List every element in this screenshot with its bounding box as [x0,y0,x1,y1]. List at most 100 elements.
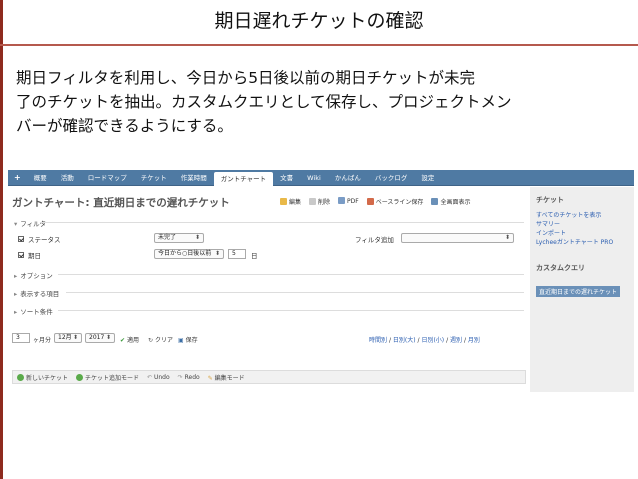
tab-time-entries[interactable]: 作業時間 [174,170,214,186]
new-issue-button[interactable]: 新しいチケット [17,373,68,382]
due-filter-checkbox[interactable] [18,252,24,258]
tab-roadmap[interactable]: ロードマップ [81,170,134,186]
issue-add-mode-button[interactable]: チケット追加モード [76,373,139,382]
redo-label: Redo [184,373,200,381]
tab-kanban[interactable]: かんばん [328,170,368,186]
sidebar-link-import[interactable]: インポート [536,229,628,238]
reload-icon: ↻ [148,337,154,344]
chevron-right-icon: ▸ [14,272,18,280]
check-icon: ✔ [120,337,126,344]
gantt-toolbar: 新しいチケット チケット追加モード ↶ Undo ↷ Redo ✎ 編集モード [12,370,526,384]
save-label: 保存 [185,337,198,344]
sidebar: チケット すべてのチケットを表示 サマリー インポート Lycheeガントチャー… [530,187,634,392]
chevron-right-icon: ▸ [14,290,18,298]
context-actions: 編集 削除 PDF ベースライン保存 全画面表示 [280,197,470,206]
tab-gantt[interactable]: ガントチャート [213,171,274,186]
due-filter-row: 期日 [18,250,41,260]
pdf-label: PDF [347,198,359,205]
divider [40,222,524,223]
slide-body: 期日フィルタを利用し、今日から5日後以前の期日チケットが未完 了のチケットを抽出… [16,66,616,138]
due-operator-select[interactable]: 今日から○日後以前 ⬍ [154,249,224,259]
add-icon [17,373,24,381]
body-line: 期日フィルタを利用し、今日から5日後以前の期日チケットが未完 [16,69,476,87]
due-unit-label: 日 [251,252,258,260]
year-select[interactable]: 2017 ⬍ [85,333,115,343]
undo-icon: ↶ [147,373,153,381]
redo-button[interactable]: ↷ Redo [178,374,200,381]
fullscreen-link[interactable]: 全画面表示 [431,197,470,206]
due-days-input[interactable]: 5 [228,249,246,259]
options-section-toggle[interactable]: ▸ オプション [14,270,53,280]
pencil-icon [280,198,287,205]
divider [58,274,524,275]
delete-label: 削除 [318,199,331,206]
clear-link[interactable]: ↻ クリア [148,335,173,344]
zoom-hourly[interactable]: 時間別 [369,337,387,344]
edit-link[interactable]: 編集 [280,197,301,206]
sidebar-link-lychee-pro[interactable]: Lycheeガントチャート PRO [536,238,628,247]
body-line: バーが確認できるようにする。 [16,117,233,135]
fullscreen-icon [431,198,439,205]
slide-title: 期日遅れチケットの確認 [214,10,424,32]
new-object-button[interactable]: + [12,170,27,186]
pdf-link[interactable]: PDF [338,197,359,206]
zoom-separator: / [446,337,449,344]
zoom-separator: / [388,337,391,344]
select-arrow-icon: ⬍ [214,250,220,257]
save-baseline-link[interactable]: ベースライン保存 [366,197,424,206]
redmine-screenshot: + 概要 活動 ロードマップ チケット 作業時間 ガントチャート 文書 Wiki… [8,170,634,392]
status-filter-row: ステータス [18,234,61,244]
page-title: ガントチャート: 直近期日までの遅れチケット [12,197,230,209]
zoom-daily-large[interactable]: 日別(大) [393,337,416,344]
save-icon: ▣ [178,337,184,344]
sidebar-link-summary[interactable]: サマリー [536,220,628,229]
new-issue-label: 新しいチケット [26,374,69,382]
issue-add-mode-label: チケット追加モード [85,374,140,382]
status-filter-checkbox[interactable] [18,236,24,242]
select-arrow-icon: ⬍ [105,334,111,341]
columns-section-toggle[interactable]: ▸ 表示する項目 [14,288,59,298]
tab-overview[interactable]: 概要 [27,170,54,186]
baseline-icon [366,198,374,205]
due-operator-value: 今日から○日後以前 [158,250,212,257]
add-filter-label: フィルタ追加 [355,234,394,244]
select-arrow-icon: ⬍ [72,334,78,341]
options-section-label: オプション [20,272,53,280]
document-icon [338,197,346,204]
zoom-weekly[interactable]: 週別 [450,337,462,344]
months-input[interactable]: 3 [12,333,30,343]
filter-section-toggle[interactable]: ▾ フィルタ [14,218,46,228]
tab-documents[interactable]: 文書 [273,170,300,186]
status-operator-select[interactable]: 未完了 ⬍ [154,233,204,243]
save-baseline-label: ベースライン保存 [375,199,424,206]
edit-mode-button[interactable]: ✎ 編集モード [208,373,245,382]
sidebar-link-all-issues[interactable]: すべてのチケットを表示 [536,211,628,220]
tab-settings[interactable]: 設定 [414,170,441,186]
tab-wiki[interactable]: Wiki [300,170,328,186]
month-select[interactable]: 12月 ⬍ [54,333,82,343]
due-filter-label: 期日 [28,252,41,260]
add-mode-icon [76,373,84,381]
sort-section-toggle[interactable]: ▸ ソート条件 [14,306,53,316]
sidebar-heading-issues: チケット [536,196,564,204]
zoom-daily-small[interactable]: 日別(小) [421,337,444,344]
chevron-right-icon: ▸ [14,308,18,316]
sidebar-query-selected[interactable]: 直近期日までの遅れチケット [536,286,621,297]
year-value: 2017 [89,334,105,341]
tab-activity[interactable]: 活動 [54,170,81,186]
zoom-monthly[interactable]: 月別 [468,337,480,344]
project-menu: + 概要 活動 ロードマップ チケット 作業時間 ガントチャート 文書 Wiki… [8,170,634,186]
select-arrow-icon: ⬍ [194,234,200,241]
divider [58,310,524,311]
delete-link[interactable]: 削除 [309,197,330,206]
undo-label: Undo [153,373,170,381]
tab-issues[interactable]: チケット [134,170,174,186]
undo-button[interactable]: ↶ Undo [147,374,170,381]
save-query-link[interactable]: ▣ 保存 [178,335,198,344]
add-filter-select[interactable]: ⬍ [401,233,514,243]
redo-icon: ↷ [177,373,183,381]
tab-backlog[interactable]: バックログ [368,170,415,186]
trash-icon [309,198,317,205]
apply-link[interactable]: ✔ 適用 [120,335,139,344]
clear-label: クリア [154,337,173,344]
